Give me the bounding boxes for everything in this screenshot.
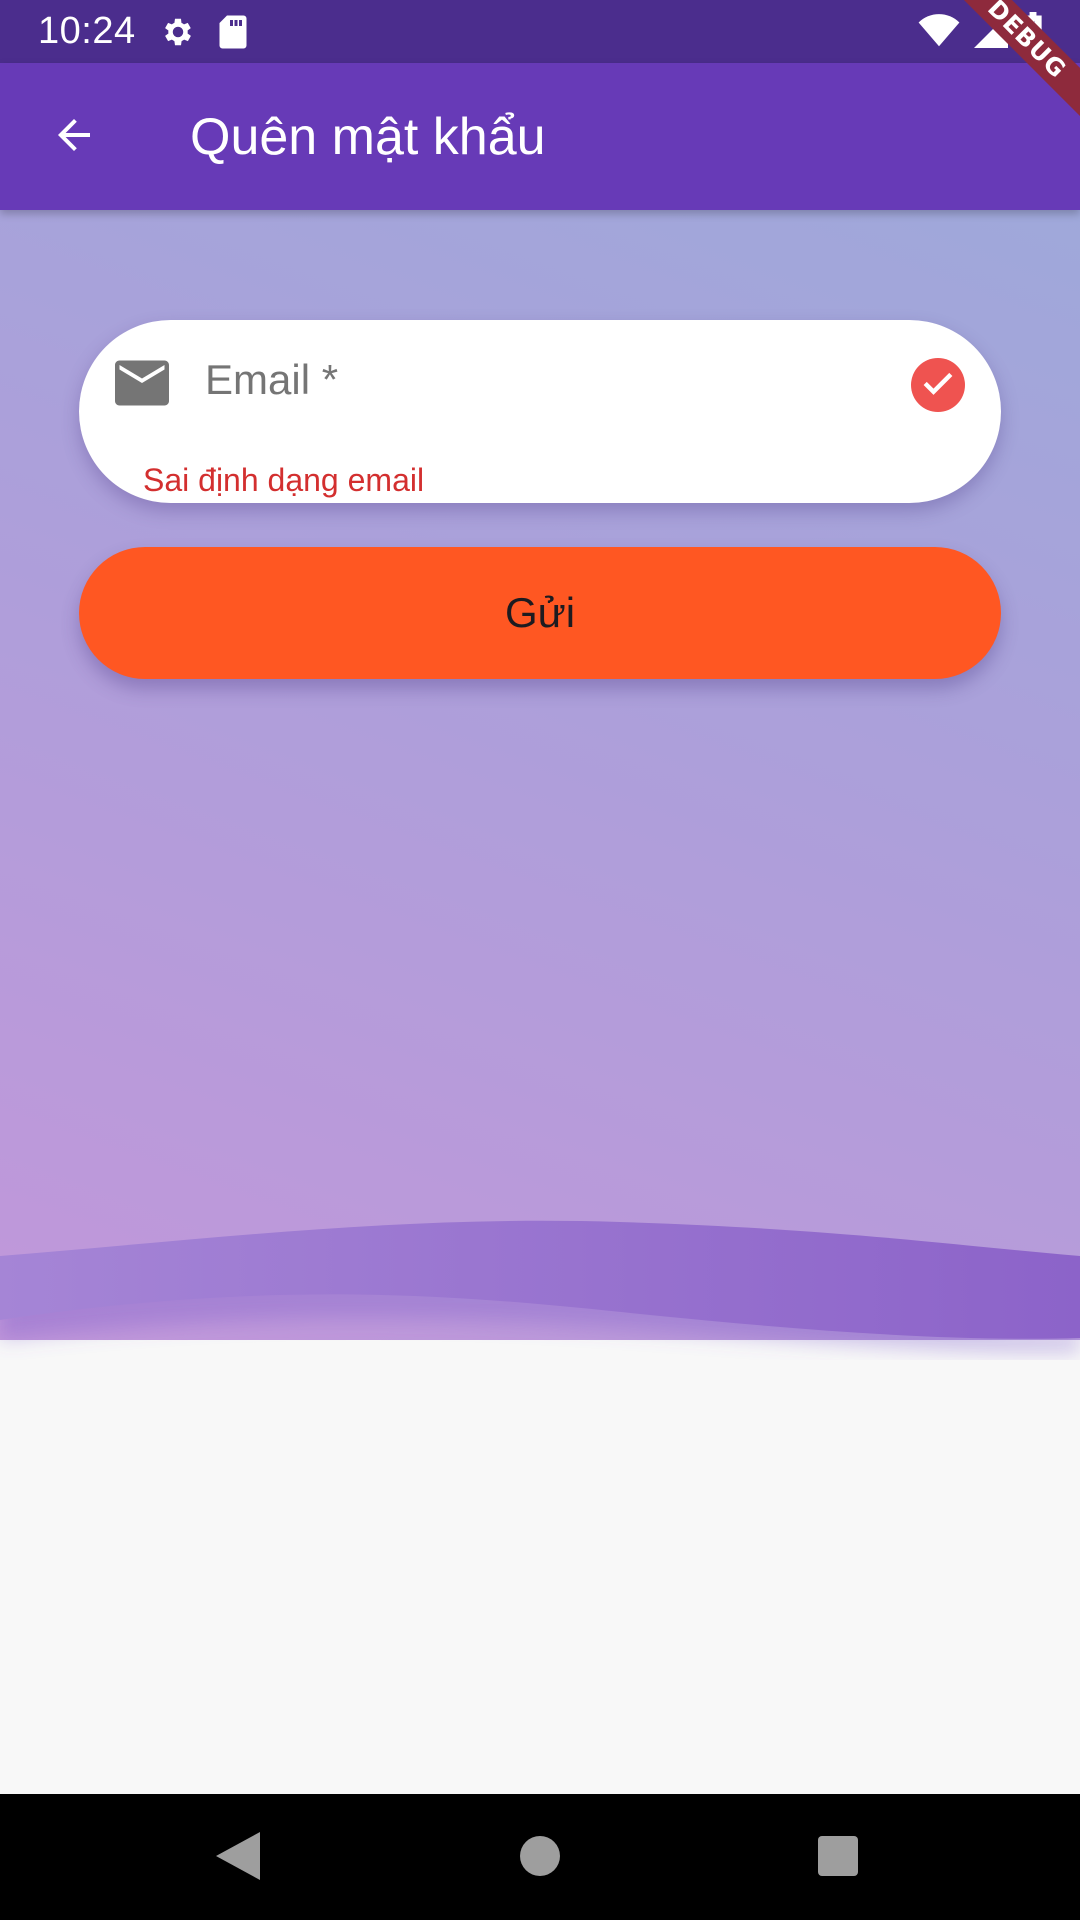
mail-icon [115,360,169,411]
send-button-label: Gửi [504,589,576,636]
app-bar: Quên mật khẩu [0,63,1080,210]
wave-decoration [0,1220,1080,1353]
nav-back-button[interactable] [208,1828,268,1888]
email-field-label: Email * [205,356,339,403]
sd-card-icon [218,14,248,55]
recents-square-icon [818,1835,858,1881]
wifi-icon [918,14,960,53]
page-title: Quên mật khẩu [190,108,546,166]
send-button[interactable]: Gửi [79,547,1001,679]
gear-icon [160,14,196,55]
status-bar: 10:24 [0,0,1080,63]
email-error-text: Sai định dạng email [143,462,425,498]
email-field-card[interactable]: Email * Sai định dạng email [79,320,1001,503]
home-circle-icon [520,1835,560,1881]
nav-recents-button[interactable] [808,1828,868,1888]
arrow-back-icon [50,111,98,164]
system-nav-bar [0,1794,1080,1920]
back-button[interactable] [40,103,108,171]
status-time: 10:24 [38,10,136,52]
back-triangle-icon [216,1831,260,1885]
check-circle-icon [911,358,965,417]
nav-home-button[interactable] [510,1828,570,1888]
